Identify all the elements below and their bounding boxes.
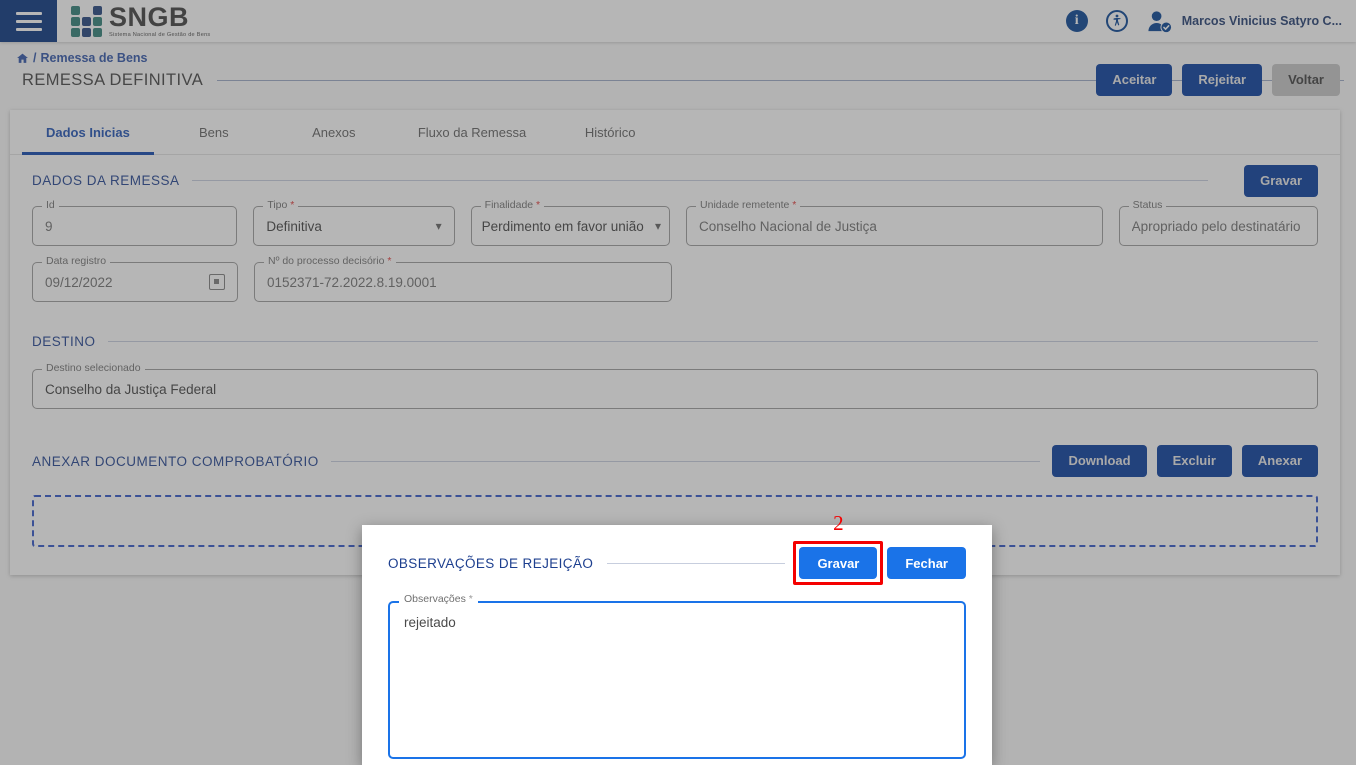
field-observacoes[interactable]: Observações * rejeitado (388, 593, 966, 759)
rejection-observations-dialog: OBSERVAÇÕES DE REJEIÇÃO 2 Gravar Fechar … (362, 511, 992, 765)
modal-divider (607, 562, 786, 564)
observacoes-textarea[interactable]: rejeitado (388, 601, 966, 759)
modal-header: OBSERVAÇÕES DE REJEIÇÃO 2 Gravar Fechar (388, 511, 966, 585)
field-label: Observações * (399, 593, 478, 605)
modal-fechar-button[interactable]: Fechar (887, 547, 966, 579)
annotation-number: 2 (833, 511, 844, 535)
modal-gravar-button[interactable]: Gravar (799, 547, 878, 579)
modal-actions: 2 Gravar Fechar (793, 511, 966, 585)
gravar-highlight-wrapper: 2 Gravar (793, 511, 884, 585)
modal-title: OBSERVAÇÕES DE REJEIÇÃO (388, 555, 594, 571)
